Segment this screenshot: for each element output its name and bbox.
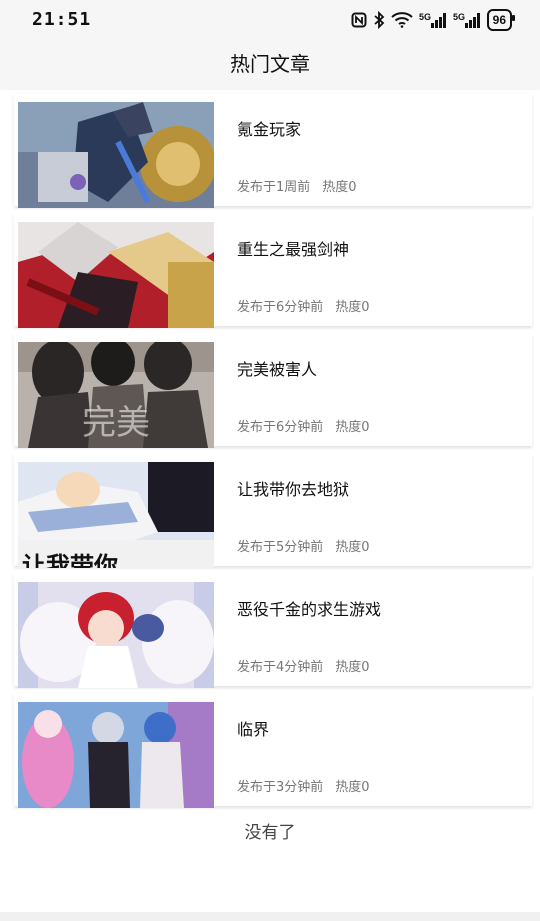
status-time: 21:51 <box>32 9 92 30</box>
cover-title-text: 让我带你 <box>22 552 118 568</box>
article-meta: 发布于3分钟前 热度0 <box>237 776 370 795</box>
article-published: 发布于1周前 <box>237 180 311 195</box>
article-published: 发布于5分钟前 <box>237 540 324 555</box>
nfc-icon <box>351 11 367 29</box>
article-card[interactable]: 恶役千金的求生游戏 发布于4分钟前 热度0 <box>14 574 532 688</box>
article-published: 发布于4分钟前 <box>237 660 324 675</box>
article-heat: 热度0 <box>322 180 357 195</box>
article-card[interactable]: 临界 发布于3分钟前 热度0 <box>14 694 532 808</box>
article-meta: 发布于5分钟前 热度0 <box>237 536 370 555</box>
article-cover: 让我带你 <box>18 462 214 568</box>
article-card[interactable]: 完美 完美被害人 发布于6分钟前 热度0 <box>14 334 532 448</box>
article-meta: 发布于1周前 热度0 <box>237 176 357 195</box>
article-cover: 完美 <box>18 342 214 448</box>
article-meta: 发布于6分钟前 热度0 <box>237 296 370 315</box>
cover-title-text: 完美 <box>82 403 150 443</box>
article-title: 恶役千金的求生游戏 <box>237 600 382 619</box>
article-title: 氪金玩家 <box>237 120 302 139</box>
article-cover <box>18 702 214 808</box>
header: 热门文章 <box>0 40 540 90</box>
svg-text:5G: 5G <box>419 12 431 22</box>
wifi-icon <box>390 11 413 29</box>
article-cover <box>18 222 214 328</box>
article-cover <box>18 102 214 208</box>
article-title: 临界 <box>237 720 270 739</box>
article-title: 重生之最强剑神 <box>237 240 350 259</box>
article-title: 让我带你去地狱 <box>237 480 350 499</box>
article-heat: 热度0 <box>335 660 370 675</box>
article-card[interactable]: 氪金玩家 发布于1周前 热度0 <box>14 94 532 208</box>
bluetooth-icon <box>373 11 385 29</box>
bottom-bar <box>0 912 540 921</box>
page-title: 热门文章 <box>230 52 310 76</box>
article-heat: 热度0 <box>335 300 370 315</box>
signal-5g-icon: 5G <box>419 11 447 29</box>
status-icons: 5G 5G 96 <box>351 9 516 31</box>
article-title: 完美被害人 <box>237 360 318 379</box>
article-cover <box>18 582 214 688</box>
article-published: 发布于6分钟前 <box>237 420 324 435</box>
svg-text:5G: 5G <box>453 12 465 22</box>
no-more-label: 没有了 <box>244 823 296 843</box>
article-published: 发布于3分钟前 <box>237 780 324 795</box>
article-heat: 热度0 <box>335 420 370 435</box>
signal-5g-icon-2: 5G <box>453 11 481 29</box>
article-heat: 热度0 <box>335 780 370 795</box>
article-card[interactable]: 重生之最强剑神 发布于6分钟前 热度0 <box>14 214 532 328</box>
status-bar: 21:51 5G 5G 96 <box>0 0 540 40</box>
article-heat: 热度0 <box>335 540 370 555</box>
battery-icon: 96 <box>486 9 516 31</box>
article-meta: 发布于4分钟前 热度0 <box>237 656 370 675</box>
article-meta: 发布于6分钟前 热度0 <box>237 416 370 435</box>
article-published: 发布于6分钟前 <box>237 300 324 315</box>
article-card[interactable]: 让我带你 让我带你去地狱 发布于5分钟前 热度0 <box>14 454 532 568</box>
